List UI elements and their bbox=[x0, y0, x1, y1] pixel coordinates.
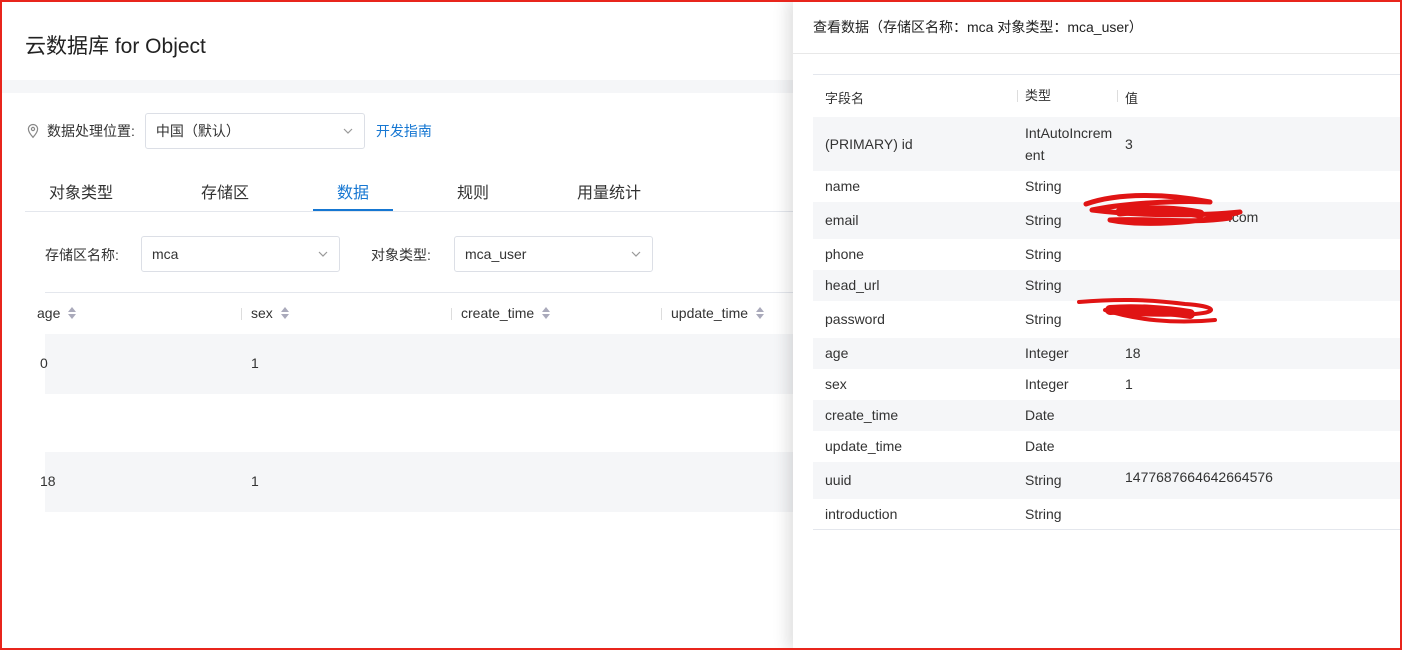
detail-row-update-time: update_time Date bbox=[825, 438, 1055, 454]
redaction-scribble bbox=[1077, 297, 1217, 324]
app-title: 云数据库 for Object bbox=[25, 35, 206, 58]
sort-caret-icon[interactable] bbox=[67, 306, 77, 320]
tab-bar: 对象类型 存储区 数据 规则 用量统计 bbox=[25, 171, 805, 212]
dev-guide-link[interactable]: 开发指南 bbox=[376, 121, 432, 141]
active-tab-indicator bbox=[313, 209, 393, 211]
record-detail-table: 字段名 类型 值 (PRIMARY) id IntAutoIncrement 3… bbox=[813, 74, 1402, 530]
object-type-select[interactable]: mca_user bbox=[454, 236, 653, 272]
detail-table-bottom-border bbox=[813, 529, 1402, 530]
table-row[interactable]: 0 1 bbox=[40, 334, 805, 394]
sort-caret-icon[interactable] bbox=[755, 306, 765, 320]
table-row[interactable]: 18 1 bbox=[40, 452, 805, 512]
drawer-divider bbox=[793, 53, 1402, 54]
location-select[interactable]: 中国（默认） bbox=[144, 113, 365, 149]
drawer-title: 查看数据（存储区名称：mca 对象类型：mca_user） bbox=[813, 19, 1143, 35]
grid-header: age sex create_time update_time bbox=[37, 292, 805, 334]
tab-usage-stats[interactable]: 用量统计 bbox=[577, 179, 641, 203]
zone-select[interactable]: mca bbox=[141, 236, 340, 272]
detail-row-create-time: create_time Date bbox=[813, 400, 1402, 431]
cell-age: 0 bbox=[40, 355, 48, 371]
column-header-sex[interactable]: sex bbox=[241, 305, 290, 321]
chevron-down-icon bbox=[318, 251, 328, 257]
column-header-age[interactable]: age bbox=[37, 305, 77, 321]
type-filter-label: 对象类型: bbox=[371, 247, 431, 263]
detail-row-id: (PRIMARY) id IntAutoIncrement 3 bbox=[813, 117, 1402, 171]
map-pin-icon bbox=[27, 123, 39, 139]
column-header-update-time[interactable]: update_time bbox=[661, 305, 765, 321]
sort-caret-icon[interactable] bbox=[541, 306, 551, 320]
tab-storage-zones[interactable]: 存储区 bbox=[201, 179, 249, 203]
header-type: 类型 bbox=[1025, 88, 1052, 103]
detail-row-sex: sex Integer 1 bbox=[825, 376, 1133, 392]
cell-sex: 1 bbox=[251, 473, 259, 489]
location-label: 数据处理位置: bbox=[47, 123, 135, 139]
zone-select-value: mca bbox=[152, 246, 179, 262]
cell-age: 18 bbox=[40, 473, 56, 489]
location-select-value: 中国（默认） bbox=[155, 123, 240, 139]
detail-row-introduction: introduction String bbox=[825, 506, 1062, 522]
zone-filter-label: 存储区名称: bbox=[45, 247, 119, 263]
view-data-drawer: 查看数据（存储区名称：mca 对象类型：mca_user） 字段名 类型 值 (… bbox=[793, 0, 1402, 650]
location-row: 数据处理位置: 中国（默认） 开发指南 bbox=[25, 113, 432, 149]
tab-rules[interactable]: 规则 bbox=[457, 179, 489, 203]
detail-row-age: age Integer 18 bbox=[813, 338, 1402, 369]
column-header-create-time[interactable]: create_time bbox=[451, 305, 551, 321]
detail-row-uuid: uuid String 1477687664642664576 bbox=[813, 462, 1402, 499]
cell-sex: 1 bbox=[251, 355, 259, 371]
table-row[interactable] bbox=[45, 394, 805, 454]
header-field: 字段名 bbox=[825, 91, 865, 106]
detail-row-phone: phone String bbox=[825, 246, 1062, 262]
tab-object-types[interactable]: 对象类型 bbox=[49, 179, 113, 203]
sort-caret-icon[interactable] bbox=[280, 306, 290, 320]
header-value: 值 bbox=[1125, 91, 1139, 106]
tab-data[interactable]: 数据 bbox=[337, 179, 369, 203]
chevron-down-icon bbox=[343, 128, 353, 134]
detail-table-header: 字段名 类型 值 bbox=[813, 75, 1402, 117]
object-type-select-value: mca_user bbox=[465, 246, 527, 262]
redaction-scribble bbox=[1083, 193, 1243, 226]
chevron-down-icon bbox=[631, 251, 641, 257]
